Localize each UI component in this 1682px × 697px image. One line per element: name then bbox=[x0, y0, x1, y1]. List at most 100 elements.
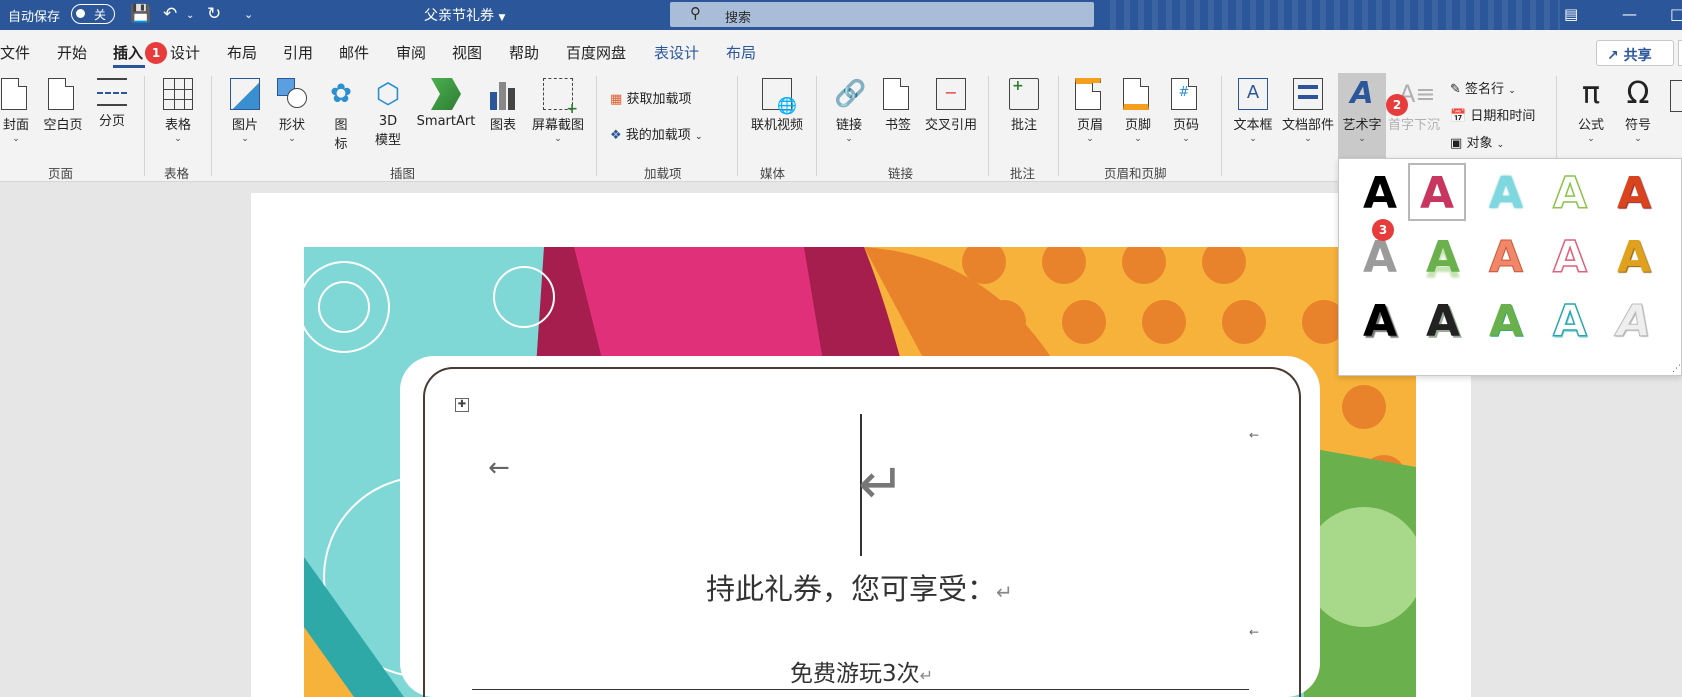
tab-file[interactable]: 文件 bbox=[0, 42, 30, 63]
chevron-down-icon: ⌄ bbox=[1358, 134, 1366, 144]
paragraph-mark-icon: ↵ bbox=[858, 452, 905, 517]
header-button[interactable]: 页眉 ⌄ bbox=[1072, 78, 1108, 144]
wordart-style-13[interactable]: A bbox=[1477, 293, 1535, 351]
blank-page-button[interactable]: 空白页 bbox=[40, 78, 86, 133]
group-label-links: 链接 bbox=[888, 166, 914, 181]
table-button[interactable]: 表格 ⌄ bbox=[158, 78, 198, 144]
wordart-style-7[interactable]: A bbox=[1414, 229, 1472, 287]
link-button[interactable]: 🔗 链接 ⌄ bbox=[831, 78, 867, 144]
screenshot-button[interactable]: + 屏幕截图 ⌄ bbox=[526, 78, 590, 144]
page-number-button[interactable]: # 页码 ⌄ bbox=[1168, 78, 1204, 144]
shapes-icon bbox=[277, 78, 307, 110]
wordart-style-14[interactable]: A bbox=[1541, 293, 1599, 351]
ribbon-separator bbox=[144, 76, 145, 176]
tab-table-layout[interactable]: 布局 bbox=[726, 42, 756, 63]
cover-page-button[interactable]: 封面 ⌄ bbox=[0, 78, 32, 144]
wordart-style-1[interactable]: A bbox=[1351, 165, 1409, 223]
save-icon[interactable]: 💾 bbox=[130, 4, 151, 24]
comments-button[interactable] bbox=[1678, 40, 1682, 66]
chart-label: 图表 bbox=[489, 118, 516, 133]
symbol-button[interactable]: Ω 符号 ⌄ bbox=[1620, 78, 1656, 145]
smartart-button[interactable]: SmartArt bbox=[414, 78, 478, 129]
get-addins-button[interactable]: ▦ 获取加载项 bbox=[610, 88, 691, 107]
bookmark-button[interactable]: 书签 bbox=[880, 78, 916, 133]
document-line-2[interactable]: 免费游玩3次↵ bbox=[790, 654, 933, 688]
page-number-label: 页码 bbox=[1172, 118, 1199, 133]
document-line-1-text: 持此礼券，您可享受： bbox=[706, 572, 997, 606]
chevron-down-icon: ⌄ bbox=[1587, 134, 1595, 144]
wordart-style-10[interactable]: A bbox=[1605, 229, 1663, 287]
blank-page-label: 空白页 bbox=[43, 118, 83, 133]
underline-rule bbox=[472, 689, 1249, 690]
cross-reference-button[interactable]: − 交叉引用 bbox=[922, 78, 980, 133]
chart-icon bbox=[488, 78, 518, 110]
online-video-button[interactable]: 🌐 联机视频 bbox=[746, 78, 808, 133]
maximize-icon[interactable]: □ bbox=[1670, 5, 1682, 23]
autosave-toggle[interactable]: 关 bbox=[71, 4, 115, 24]
pictures-label: 图片 bbox=[231, 118, 258, 133]
document-line-1[interactable]: 持此礼券，您可享受：↵ bbox=[706, 566, 1013, 608]
tab-view[interactable]: 视图 bbox=[452, 42, 482, 63]
wordart-style-15[interactable]: A bbox=[1605, 293, 1663, 351]
title-bar: 自动保存 关 💾 ↶ ⌄ ↻ ⌄ 父亲节礼券 ▼ ⚲ 搜索 ▤ — □ bbox=[0, 0, 1682, 30]
quick-parts-button[interactable]: 文档部件 ⌄ bbox=[1280, 78, 1336, 144]
undo-dropdown-icon[interactable]: ⌄ bbox=[186, 10, 194, 21]
search-box[interactable]: ⚲ 搜索 bbox=[670, 2, 1094, 27]
share-button[interactable]: ↗ 共享 bbox=[1596, 40, 1674, 66]
tab-mailings[interactable]: 邮件 bbox=[339, 42, 369, 63]
share-icon: ↗ bbox=[1607, 48, 1619, 64]
icons-button[interactable]: ✿ 图标 bbox=[322, 78, 360, 152]
date-time-button[interactable]: 📅 日期和时间 bbox=[1450, 105, 1535, 124]
my-addins-button[interactable]: ❖ 我的加载项 ⌄ bbox=[610, 124, 703, 143]
wordart-style-3[interactable]: A bbox=[1477, 165, 1535, 223]
link-label: 链接 bbox=[835, 118, 862, 133]
wordart-style-4[interactable]: A bbox=[1541, 165, 1599, 223]
pictures-button[interactable]: 图片 ⌄ bbox=[226, 78, 264, 144]
tab-insert[interactable]: 插入 bbox=[113, 42, 143, 63]
tab-home[interactable]: 开始 bbox=[57, 42, 87, 63]
footer-doc-shape bbox=[1123, 78, 1149, 110]
tab-table-design[interactable]: 表设计 bbox=[654, 42, 699, 63]
wordart-button[interactable]: A 艺术字 ⌄ bbox=[1338, 78, 1386, 145]
chart-button[interactable]: 图表 bbox=[485, 78, 521, 133]
wordart-style-11[interactable]: A bbox=[1351, 293, 1409, 351]
document-title-text: 父亲节礼券 bbox=[424, 8, 494, 24]
textbox-button[interactable]: A 文本框 ⌄ bbox=[1230, 78, 1276, 144]
wordart-style-5[interactable]: A bbox=[1605, 165, 1663, 223]
page-break-button[interactable]: 分页 bbox=[93, 78, 131, 129]
comment-button[interactable]: + 批注 bbox=[1006, 78, 1042, 133]
tab-baidu[interactable]: 百度网盘 bbox=[566, 42, 626, 63]
ribbon-tabs: 文件 开始 插入 设计 布局 引用 邮件 审阅 视图 帮助 百度网盘 表设计 布… bbox=[0, 30, 1682, 68]
wordart-style-2[interactable]: A bbox=[1408, 163, 1466, 221]
footer-label: 页脚 bbox=[1124, 118, 1151, 133]
tab-references[interactable]: 引用 bbox=[283, 42, 313, 63]
3d-models-button[interactable]: ⬡ 3D 模型 bbox=[369, 78, 407, 149]
gallery-resize-handle-icon[interactable]: ⋰ bbox=[1672, 364, 1681, 374]
redo-icon[interactable]: ↻ bbox=[207, 4, 221, 24]
document-title[interactable]: 父亲节礼券 ▼ bbox=[424, 5, 505, 25]
equation-button[interactable]: π 公式 ⌄ bbox=[1572, 78, 1610, 145]
object-button[interactable]: ▣ 对象 ⌄ bbox=[1450, 132, 1504, 151]
table-move-handle-icon[interactable]: ✚ bbox=[455, 398, 469, 412]
wordart-style-12[interactable]: A bbox=[1414, 293, 1472, 351]
tab-help[interactable]: 帮助 bbox=[509, 42, 539, 63]
ribbon-separator bbox=[737, 76, 738, 176]
footer-button[interactable]: 页脚 ⌄ bbox=[1120, 78, 1156, 144]
ribbon-separator bbox=[211, 76, 212, 176]
ribbon-display-icon[interactable]: ▤ bbox=[1564, 5, 1578, 23]
tab-design[interactable]: 设计 bbox=[170, 42, 200, 63]
signature-line-button[interactable]: ✎ 签名行 ⌄ bbox=[1450, 78, 1516, 97]
tab-layout[interactable]: 布局 bbox=[227, 42, 257, 63]
cover-page-doc-shape bbox=[1, 78, 27, 110]
page-number-doc-shape: # bbox=[1171, 78, 1197, 110]
store-icon: ▦ bbox=[610, 92, 623, 107]
minimize-icon[interactable]: — bbox=[1622, 5, 1637, 23]
wordart-style-8[interactable]: A bbox=[1477, 229, 1535, 287]
ribbon-separator bbox=[816, 76, 817, 176]
shapes-button[interactable]: 形状 ⌄ bbox=[273, 78, 311, 144]
table-icon bbox=[163, 78, 193, 110]
undo-icon[interactable]: ↶ bbox=[163, 4, 177, 24]
tab-review[interactable]: 审阅 bbox=[396, 42, 426, 63]
wordart-style-9[interactable]: A bbox=[1541, 229, 1599, 287]
customize-qat-icon[interactable]: ⌄ bbox=[244, 8, 253, 21]
